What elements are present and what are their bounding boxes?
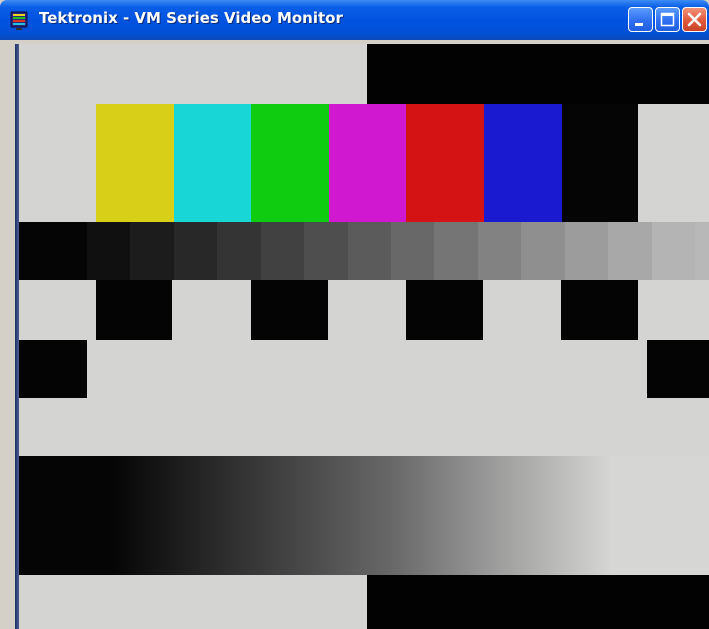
color-bar bbox=[173, 104, 252, 222]
grayscale-step bbox=[173, 222, 218, 280]
pulse-block-3 bbox=[406, 280, 483, 340]
maximize-button[interactable] bbox=[655, 7, 680, 32]
grayscale-step bbox=[391, 222, 436, 280]
color-bars-left-margin bbox=[15, 104, 96, 222]
bottom-light-block bbox=[15, 575, 367, 629]
window-title: Tektronix - VM Series Video Monitor bbox=[39, 9, 343, 27]
luminance-ramp bbox=[15, 456, 709, 575]
color-bar bbox=[406, 104, 485, 222]
left-edge-artifact bbox=[15, 44, 19, 629]
pulse-block-1 bbox=[96, 280, 172, 340]
grayscale-step bbox=[521, 222, 566, 280]
color-bars-black-bar bbox=[562, 104, 638, 222]
grayscale-step bbox=[477, 222, 522, 280]
grayscale-step bbox=[434, 222, 479, 280]
grayscale-step bbox=[304, 222, 349, 280]
minimize-icon bbox=[635, 23, 643, 26]
top-dark-block bbox=[367, 44, 709, 104]
video-monitor-window: Tektronix - VM Series Video Monitor bbox=[0, 0, 709, 629]
top-light-block bbox=[15, 44, 367, 104]
close-button[interactable] bbox=[682, 7, 707, 32]
pulse-block-2 bbox=[251, 280, 328, 340]
pulse-block-4 bbox=[561, 280, 638, 340]
video-display bbox=[15, 44, 709, 629]
grayscale-step bbox=[651, 222, 696, 280]
color-bar bbox=[484, 104, 563, 222]
grayscale-step bbox=[217, 222, 262, 280]
grayscale-step bbox=[608, 222, 653, 280]
edge-pulse-left bbox=[15, 340, 87, 398]
color-bars-right-margin bbox=[638, 104, 709, 222]
grayscale-step bbox=[260, 222, 305, 280]
edge-pulse-right bbox=[647, 340, 709, 398]
title-bar[interactable]: Tektronix - VM Series Video Monitor bbox=[0, 0, 709, 40]
grayscale-end bbox=[695, 222, 709, 280]
monitor-icon bbox=[10, 11, 28, 30]
grayscale-step bbox=[564, 222, 609, 280]
color-bar bbox=[251, 104, 330, 222]
minimize-button[interactable] bbox=[628, 7, 653, 32]
grayscale-black-start bbox=[15, 222, 87, 280]
color-bar bbox=[96, 104, 175, 222]
grayscale-step bbox=[347, 222, 392, 280]
grayscale-step bbox=[87, 222, 132, 280]
grayscale-step bbox=[130, 222, 175, 280]
bottom-dark-block bbox=[367, 575, 709, 629]
close-icon bbox=[687, 12, 702, 27]
maximize-icon bbox=[660, 12, 675, 27]
color-bar bbox=[328, 104, 407, 222]
